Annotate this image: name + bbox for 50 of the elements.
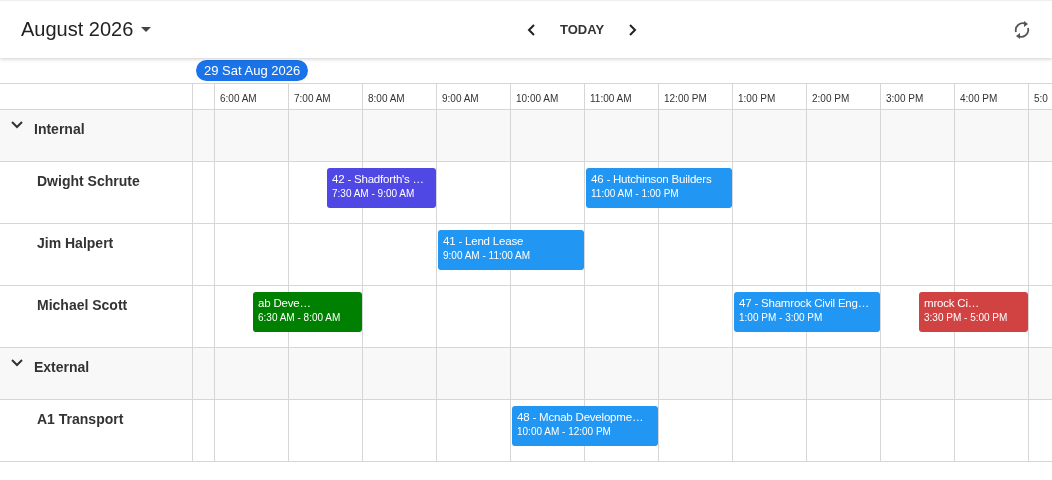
hour-label: 6:00 AM (219, 92, 258, 104)
hour-label: 5:0 (1033, 92, 1049, 104)
hour-label: 3:00 PM (885, 92, 925, 104)
event-card[interactable]: mrock Ci… 3:30 PM - 5:00 PM (919, 292, 1028, 332)
hour-label: 10:00 AM (515, 92, 560, 104)
event-time: 1:00 PM - 3:00 PM (739, 312, 824, 323)
event-time: 7:30 AM - 9:00 AM (332, 188, 416, 199)
event-time: 6:30 AM - 8:00 AM (258, 312, 342, 323)
event-card[interactable]: ab Deve… 6:30 AM - 8:00 AM (253, 292, 362, 332)
today-button[interactable]: TODAY (554, 18, 611, 41)
collapse-toggle[interactable] (11, 121, 23, 129)
hour-label: 12:00 PM (663, 92, 708, 104)
event-card[interactable]: 48 - Mcnab Developme… 10:00 AM - 12:00 PM (512, 406, 658, 446)
event-title: 41 - Lend Lease (443, 235, 525, 247)
event-time: 3:30 PM - 5:00 PM (924, 312, 1009, 323)
chevron-icon (11, 359, 23, 367)
resource-name: A1 Transport (37, 411, 124, 427)
group-label: External (34, 359, 90, 375)
hour-label: 7:00 AM (293, 92, 332, 104)
event-title: 47 - Shamrock Civil Eng… (739, 297, 871, 309)
hour-label: 2:00 PM (811, 92, 851, 104)
event-title: ab Deve… (258, 297, 312, 309)
chevron-left-icon (526, 22, 538, 37)
event-time: 11:00 AM - 1:00 PM (591, 188, 680, 199)
event-card[interactable]: 46 - Hutchinson Builders 11:00 AM - 1:00 PM (586, 168, 732, 208)
date-badge: 29 Sat Aug 2026 (196, 60, 309, 81)
caret-icon (141, 27, 152, 32)
month-dropdown[interactable]: August 2026 (21, 18, 152, 41)
event-time: 9:00 AM - 11:00 AM (443, 250, 532, 261)
event-title: 46 - Hutchinson Builders (591, 173, 713, 185)
chevron-right-icon (626, 22, 639, 37)
refresh-icon[interactable] (1012, 19, 1032, 41)
event-title: mrock Ci… (924, 297, 981, 309)
resource-name: Michael Scott (37, 297, 128, 313)
group-label: Internal (34, 121, 85, 137)
event-time: 10:00 AM - 12:00 PM (517, 426, 612, 437)
event-card[interactable]: 42 - Shadforth's … 7:30 AM - 9:00 AM (327, 168, 436, 208)
event-card[interactable]: 47 - Shamrock Civil Eng… 1:00 PM - 3:00 PM (734, 292, 880, 332)
event-title: 48 - Mcnab Developme… (517, 411, 645, 423)
resource-name: Dwight Schrute (37, 173, 140, 189)
hour-label: 1:00 PM (737, 92, 777, 104)
hour-label: 11:00 AM (589, 92, 633, 104)
hour-label: 8:00 AM (367, 92, 406, 104)
hour-label: 9:00 AM (441, 92, 480, 104)
collapse-toggle[interactable] (11, 359, 23, 367)
event-title: 42 - Shadforth's … (332, 173, 425, 185)
chevron-icon (11, 121, 23, 129)
resource-name: Jim Halpert (37, 235, 114, 251)
hour-label: 4:00 PM (959, 92, 999, 104)
event-card[interactable]: 41 - Lend Lease 9:00 AM - 11:00 AM (438, 230, 584, 270)
